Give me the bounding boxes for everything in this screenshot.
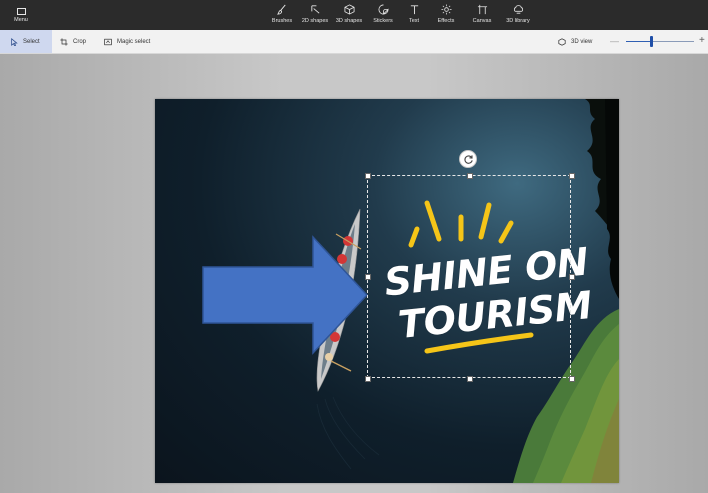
tab-text[interactable]: Text (400, 3, 428, 27)
text-icon (410, 5, 418, 15)
tab-label: Brushes (271, 18, 293, 24)
tab-label: Effects (437, 18, 455, 24)
canvas-icon (477, 4, 487, 15)
effects-icon (440, 4, 452, 15)
tab-3d-shapes[interactable]: 3D shapes (332, 3, 366, 27)
menu-icon (16, 7, 26, 15)
tool-tabs: Brushes 2D shapes 3D shapes Stickers Tex… (266, 3, 536, 27)
brush-icon (276, 4, 286, 15)
select-button[interactable]: Select (0, 30, 52, 53)
3d-library-icon (513, 5, 523, 14)
menu-button[interactable]: Menu (8, 3, 34, 27)
zoom-in-button[interactable]: + (699, 35, 705, 46)
crop-label: Crop (73, 38, 87, 45)
resize-handle-top-left[interactable] (365, 173, 371, 179)
stickers-icon (378, 4, 388, 15)
water-wake (316, 396, 380, 470)
tab-effects[interactable]: Effects (428, 3, 464, 27)
rotate-handle[interactable] (459, 150, 477, 168)
resize-handle-bottom-left[interactable] (365, 376, 371, 382)
resize-handle-top[interactable] (467, 173, 473, 179)
top-toolbar: Menu Brushes 2D shapes 3D shapes Sticker… (0, 0, 708, 30)
resize-handle-top-right[interactable] (569, 173, 575, 179)
tab-2d-shapes[interactable]: 2D shapes (298, 3, 332, 27)
crop-icon (60, 37, 68, 46)
3d-view-button[interactable]: 3D view (558, 30, 592, 53)
2d-shapes-icon (310, 5, 319, 14)
tab-label: 2D shapes (301, 18, 329, 24)
select-label: Select (23, 38, 40, 45)
tab-label: 3D shapes (335, 18, 363, 24)
zoom-out-button[interactable]: — (610, 36, 619, 46)
secondary-toolbar: Select Crop Magic select 3D view — + (0, 30, 708, 54)
tree-foliage (585, 99, 619, 299)
tab-canvas[interactable]: Canvas (464, 3, 500, 27)
3d-shapes-icon (344, 4, 354, 15)
rotate-icon (463, 154, 473, 164)
zoom-slider-thumb[interactable] (650, 36, 653, 47)
crop-button[interactable]: Crop (60, 30, 86, 53)
tab-label: Stickers (373, 18, 393, 24)
tab-3d-library[interactable]: 3D library (500, 3, 536, 27)
tab-stickers[interactable]: Stickers (366, 3, 400, 27)
tab-label: Text (408, 18, 420, 24)
menu-label: Menu (14, 16, 28, 23)
magic-select-icon (104, 38, 112, 45)
resize-handle-bottom[interactable] (467, 376, 473, 382)
resize-handle-bottom-right[interactable] (569, 376, 575, 382)
pointer-icon (11, 37, 18, 46)
resize-handle-left[interactable] (365, 274, 371, 280)
resize-handle-right[interactable] (569, 274, 575, 280)
magic-select-button[interactable]: Magic select (104, 30, 150, 53)
tab-brushes[interactable]: Brushes (266, 3, 298, 27)
magic-select-label: Magic select (117, 38, 151, 45)
tab-label: 3D library (506, 18, 530, 24)
sticker-selection-box[interactable] (367, 175, 571, 378)
3d-view-label: 3D view (571, 38, 593, 45)
zoom-slider-fill (626, 41, 652, 42)
3d-view-icon (558, 37, 566, 46)
tab-label: Canvas (472, 18, 492, 24)
